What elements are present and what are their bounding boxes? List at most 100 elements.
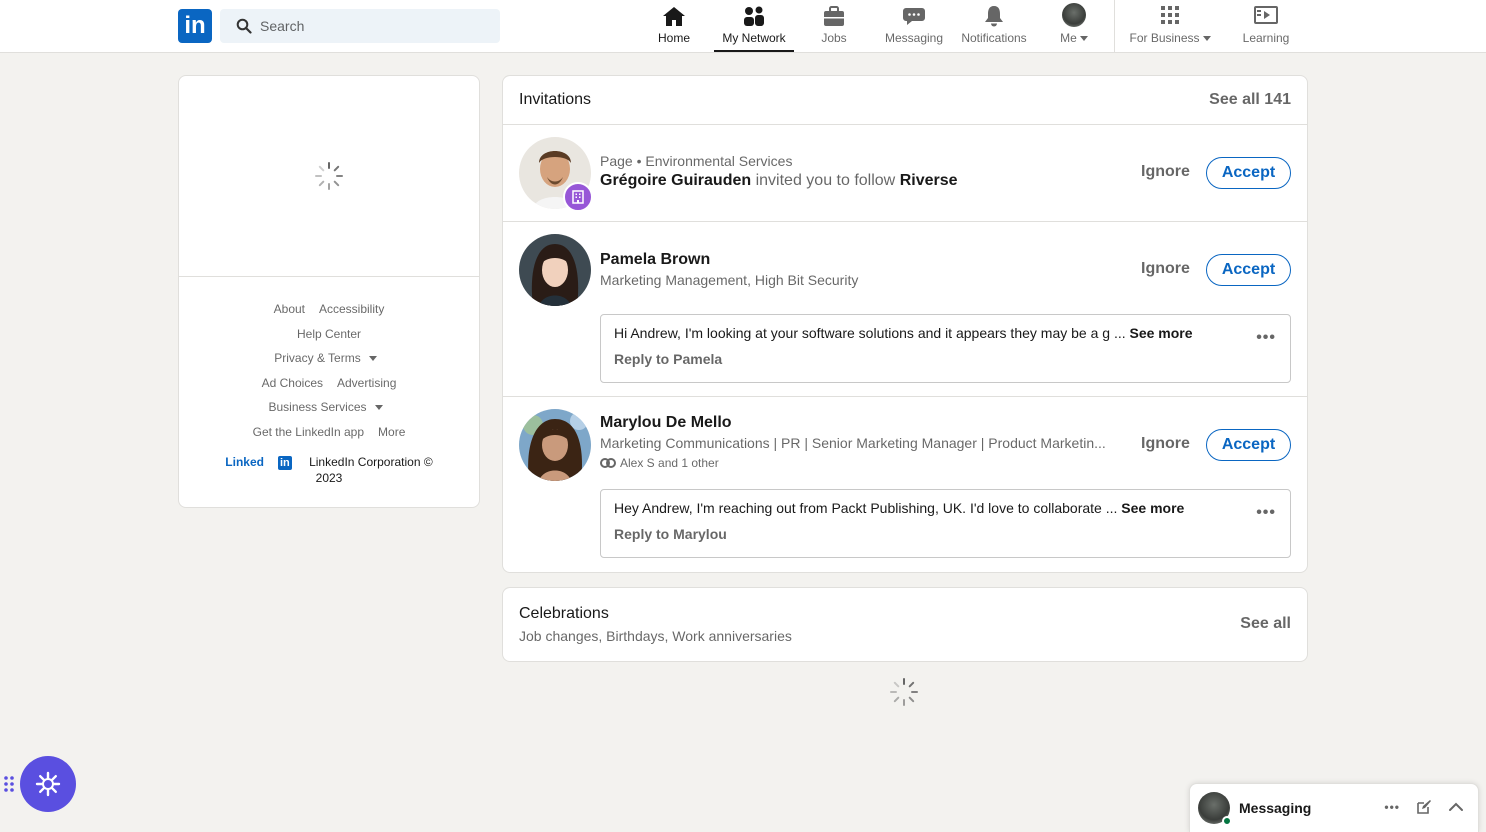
nav-for-business[interactable]: For Business (1122, 0, 1218, 52)
loading-spinner-icon (890, 678, 918, 706)
nav-learning-label: Learning (1242, 31, 1290, 45)
invitation-meta: Page • Environmental Services (600, 153, 958, 169)
invitation-message-body: Hey Andrew, I'm reaching out from Packt … (614, 500, 1118, 516)
mutual-connections-text: Alex S and 1 other (620, 456, 719, 470)
invitation-message-text: Hey Andrew, I'm reaching out from Packt … (614, 500, 1277, 516)
footer-accessibility[interactable]: Accessibility (319, 302, 384, 316)
mutual-connections-icon (600, 458, 616, 468)
nav-me-label: Me (1060, 31, 1077, 45)
see-more-link[interactable]: See more (1121, 500, 1184, 516)
nav-for-business-wrap: For Business (1129, 31, 1211, 45)
ignore-button[interactable]: Ignore (1141, 260, 1190, 278)
celebrations-title: Celebrations (519, 605, 609, 622)
messaging-overlay-bar[interactable]: Messaging ••• (1189, 783, 1479, 832)
nav-jobs-label: Jobs (821, 31, 847, 45)
ignore-button[interactable]: Ignore (1141, 435, 1190, 453)
chevron-down-icon (1202, 36, 1211, 42)
briefcase-icon (824, 6, 844, 26)
footer-ad-choices[interactable]: Ad Choices (262, 376, 323, 390)
invitations-card: Invitations See all 141 Page • Environme… (502, 75, 1308, 573)
nav-for-business-label: For Business (1129, 31, 1200, 45)
invitation-meta-separator: • (636, 153, 642, 169)
see-all-invitations-button[interactable]: See all 141 (1209, 91, 1291, 109)
avatar[interactable] (519, 409, 591, 481)
invitation-name[interactable]: Marylou De Mello (600, 414, 1106, 432)
footer-more[interactable]: More (378, 425, 405, 439)
nav-learning[interactable]: Learning (1226, 0, 1306, 52)
my-network-icon (744, 6, 764, 26)
footer-privacy-terms-label: Privacy & Terms (274, 351, 361, 365)
chevron-down-icon (1079, 36, 1088, 42)
invitation-message: Hi Andrew, I'm looking at your software … (600, 314, 1291, 383)
accept-button[interactable]: Accept (1206, 429, 1291, 461)
nav-messaging-label: Messaging (884, 31, 944, 45)
nav-notifications[interactable]: Notifications (954, 0, 1034, 52)
avatar[interactable] (519, 234, 591, 306)
see-all-celebrations-button[interactable]: See all (1240, 615, 1291, 633)
footer-row-6: Get the LinkedIn app More (179, 420, 479, 445)
footer-get-app[interactable]: Get the LinkedIn app (253, 425, 364, 439)
more-options-icon[interactable]: ••• (1384, 800, 1400, 814)
invitation-row: Pamela Brown Marketing Management, High … (503, 222, 1307, 397)
nav-me[interactable]: Me (1034, 0, 1114, 52)
inviter-name[interactable]: Grégoire Guirauden (600, 172, 751, 189)
invitation-message-text: Hi Andrew, I'm looking at your software … (614, 325, 1277, 341)
reply-button[interactable]: Reply to Pamela (614, 351, 1277, 367)
see-more-link[interactable]: See more (1130, 325, 1193, 341)
ignore-button[interactable]: Ignore (1141, 163, 1190, 181)
footer-row-5: Business Services (179, 395, 479, 420)
invitation-name[interactable]: Pamela Brown (600, 251, 858, 269)
assistant-widget-button[interactable] (20, 756, 76, 812)
invitation-headline: Marketing Communications | PR | Senior M… (600, 435, 1106, 451)
messaging-icon (903, 8, 925, 25)
nav-my-network[interactable]: My Network (714, 0, 794, 52)
nav-me-wrap: Me (1060, 31, 1088, 45)
more-options-icon[interactable]: ••• (1256, 504, 1276, 522)
chevron-up-icon[interactable] (1448, 799, 1464, 815)
mutual-connections[interactable]: Alex S and 1 other (600, 456, 1106, 470)
footer-privacy-terms[interactable]: Privacy & Terms (274, 351, 383, 365)
invitation-row: Page • Environmental Services Grégoire G… (503, 125, 1307, 222)
linkedin-logo[interactable]: in (178, 9, 212, 43)
footer-advertising[interactable]: Advertising (337, 376, 396, 390)
invitation-details: Marylou De Mello Marketing Communication… (600, 414, 1106, 470)
invitation-details: Pamela Brown Marketing Management, High … (600, 251, 858, 288)
learning-icon (1254, 6, 1278, 24)
compose-icon[interactable] (1416, 799, 1432, 815)
nav-my-network-label: My Network (722, 31, 786, 45)
nav-home[interactable]: Home (634, 0, 714, 52)
footer-row-3: Privacy & Terms (179, 346, 479, 371)
primary-nav: Home My Network Jobs Messaging Notificat… (634, 0, 1114, 53)
sparkle-icon (35, 771, 61, 797)
footer-business-services[interactable]: Business Services (268, 400, 389, 414)
messaging-bar-title: Messaging (1239, 800, 1312, 816)
footer-row-1: About Accessibility (179, 297, 479, 322)
search-input[interactable] (260, 18, 480, 34)
footer-brand-in: in (277, 456, 292, 470)
search-bar[interactable] (220, 9, 500, 43)
footer-corp-line2: 2023 (315, 471, 343, 485)
messaging-bar-actions: ••• (1384, 799, 1464, 815)
invitation-row: Marylou De Mello Marketing Communication… (503, 397, 1307, 572)
chevron-down-icon (368, 356, 377, 362)
manage-network-card: About Accessibility Help Center Privacy &… (178, 75, 480, 508)
nav-home-label: Home (657, 31, 690, 45)
drag-handle-icon[interactable] (3, 775, 15, 793)
footer-brand-word: Linked (225, 455, 264, 469)
home-icon (663, 7, 685, 26)
reply-button[interactable]: Reply to Marylou (614, 526, 1277, 542)
accept-button[interactable]: Accept (1206, 157, 1291, 189)
more-options-icon[interactable]: ••• (1256, 329, 1276, 347)
nav-jobs[interactable]: Jobs (794, 0, 874, 52)
footer-help-center[interactable]: Help Center (297, 327, 361, 341)
me-avatar (1062, 3, 1086, 27)
footer-about[interactable]: About (274, 302, 305, 316)
invitation-text: Grégoire Guirauden invited you to follow… (600, 172, 958, 190)
invitation-action: invited you to follow (755, 172, 896, 189)
invitation-meta-prefix: Page (600, 153, 633, 169)
invitations-header: Invitations See all 141 (503, 76, 1307, 125)
followed-page-name[interactable]: Riverse (900, 172, 958, 189)
nav-messaging[interactable]: Messaging (874, 0, 954, 52)
building-icon (572, 190, 584, 204)
accept-button[interactable]: Accept (1206, 254, 1291, 286)
